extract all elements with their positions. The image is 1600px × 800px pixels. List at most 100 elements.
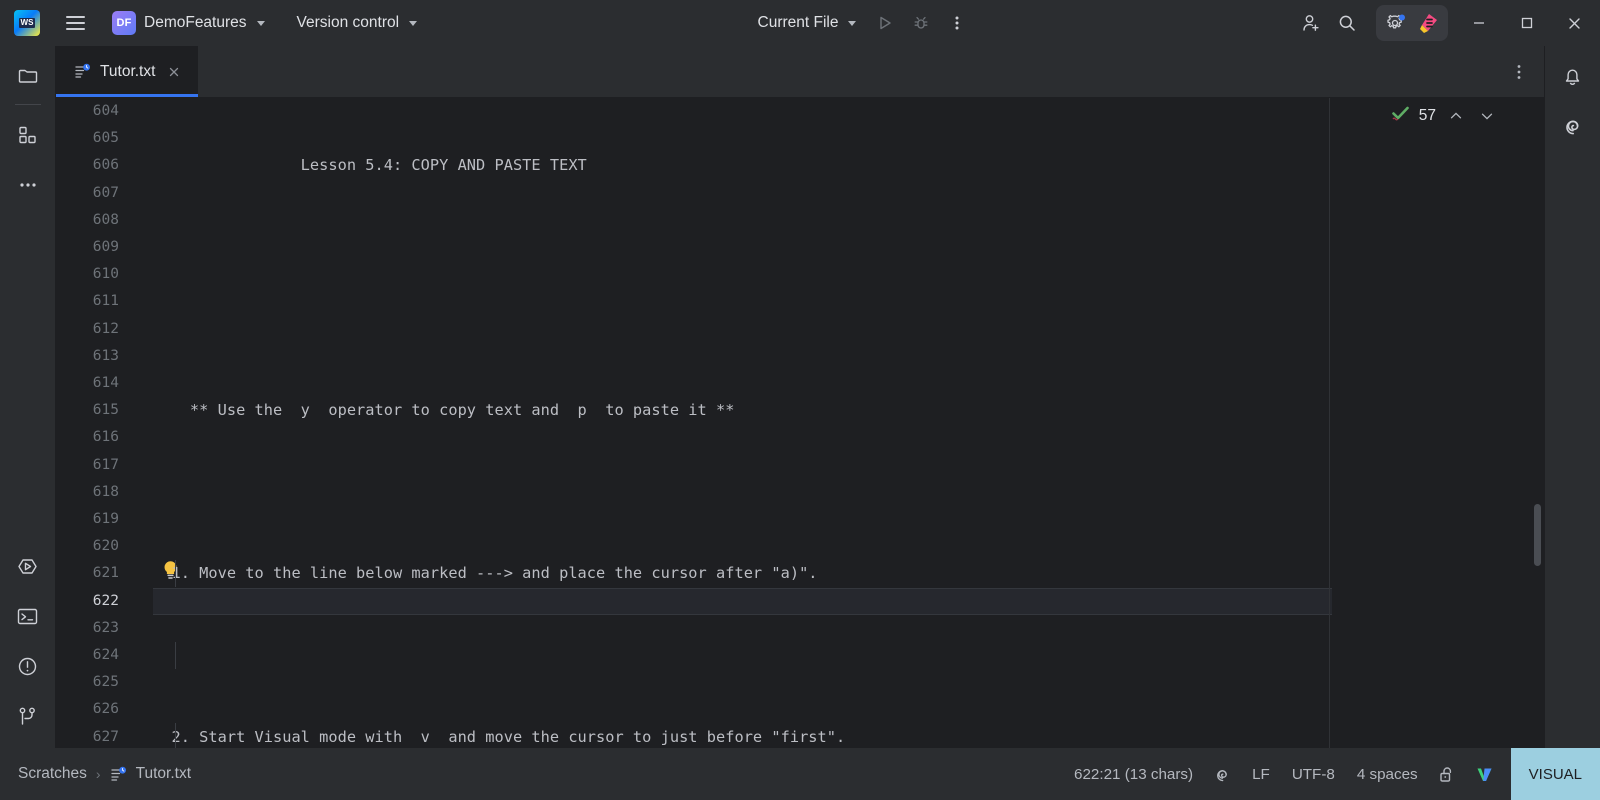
debug-button[interactable] xyxy=(904,6,938,40)
line-number: 610 xyxy=(92,266,119,283)
version-control-widget[interactable]: Version control xyxy=(287,9,428,37)
code-line: Lesson 5.4: COPY AND PASTE TEXT xyxy=(153,156,587,175)
line-number: 617 xyxy=(92,456,119,473)
file-encoding[interactable]: UTF-8 xyxy=(1281,761,1346,788)
close-icon[interactable] xyxy=(164,62,184,82)
line-number: 625 xyxy=(92,674,119,691)
line-number: 614 xyxy=(92,375,119,391)
editor-text[interactable]: Lesson 5.4: COPY AND PASTE TEXT ** Use t… xyxy=(153,98,864,748)
titlebar-right xyxy=(1294,0,1600,46)
tab-tutor-txt[interactable]: Tutor.txt xyxy=(56,46,199,97)
rail-divider xyxy=(14,104,41,105)
sidebar-item-more[interactable] xyxy=(8,165,48,205)
webstorm-logo: WS xyxy=(14,10,40,36)
unlocked-icon[interactable] xyxy=(1429,760,1466,789)
minimize-button[interactable] xyxy=(1456,0,1502,46)
line-number: 604 xyxy=(92,103,119,119)
project-name: DemoFeatures xyxy=(144,14,247,31)
line-number: 627 xyxy=(92,728,119,745)
project-badge: DF xyxy=(112,11,136,35)
tab-options-button[interactable] xyxy=(1502,55,1536,89)
editor-gutter[interactable]: 604 605 606 607 608 609 610 611 612 613 … xyxy=(56,98,177,748)
run-configuration-selector[interactable]: Current File xyxy=(748,9,866,37)
indent-guide xyxy=(175,723,176,748)
editor-vertical-scrollbar[interactable] xyxy=(1534,504,1541,566)
right-tool-rail xyxy=(1544,46,1600,748)
run-button[interactable] xyxy=(868,6,902,40)
sidebar-item-run[interactable] xyxy=(8,546,48,586)
tab-label: Tutor.txt xyxy=(100,62,156,80)
title-bar: WS DF DemoFeatures Version control Curre… xyxy=(0,0,1600,46)
version-control-label: Version control xyxy=(296,14,400,31)
add-account-button[interactable] xyxy=(1294,6,1328,40)
vim-mode-badge[interactable]: VISUAL xyxy=(1510,748,1600,800)
indent-setting[interactable]: 4 spaces xyxy=(1346,761,1429,788)
sidebar-item-structure[interactable] xyxy=(8,115,48,155)
line-number: 621 xyxy=(92,565,119,582)
ai-assistant-button[interactable] xyxy=(1413,8,1443,38)
sidebar-item-project[interactable] xyxy=(8,56,48,96)
line-number: 619 xyxy=(92,511,119,527)
inspection-count: 57 xyxy=(1418,107,1436,124)
text-file-icon xyxy=(110,766,127,783)
line-number: 605 xyxy=(92,130,119,147)
text-file-icon xyxy=(74,63,91,80)
maximize-button[interactable] xyxy=(1504,0,1550,46)
indent-guide xyxy=(175,560,176,587)
line-number: 611 xyxy=(92,293,119,310)
sidebar-item-notifications[interactable] xyxy=(1553,56,1593,96)
project-selector[interactable]: DF DemoFeatures xyxy=(106,6,273,40)
search-everywhere-button[interactable] xyxy=(1330,6,1364,40)
code-line: 1. Move to the line below marked ---> an… xyxy=(153,564,818,583)
caret-position[interactable]: 622:21 (13 chars) xyxy=(1063,761,1204,788)
chevron-up-icon[interactable] xyxy=(1445,105,1467,127)
settings-ai-group xyxy=(1375,5,1448,41)
inspections-widget: 57 xyxy=(1391,104,1498,128)
breadcrumb-scratches[interactable]: Scratches xyxy=(18,765,87,783)
line-number: 616 xyxy=(92,429,119,446)
breadcrumb-separator: › xyxy=(95,766,101,782)
line-number: 615 xyxy=(92,402,119,419)
code-line: 2. Start Visual mode with v and move the… xyxy=(153,727,846,746)
line-number: 606 xyxy=(92,157,119,174)
sidebar-item-version-control[interactable] xyxy=(8,696,48,736)
status-breadcrumb: Scratches › Tutor.txt xyxy=(0,765,191,783)
line-separator[interactable]: LF xyxy=(1241,761,1281,788)
chevron-down-icon xyxy=(409,20,418,26)
breadcrumb-file[interactable]: Tutor.txt xyxy=(136,765,191,783)
run-widget-group: Current File xyxy=(748,6,974,40)
tab-bar-actions xyxy=(1502,46,1544,97)
more-actions-button[interactable] xyxy=(940,6,974,40)
sidebar-item-ai-assistant[interactable] xyxy=(1553,106,1593,146)
line-number: 626 xyxy=(92,701,119,718)
code-editor[interactable]: 604 605 606 607 608 609 610 611 612 613 … xyxy=(56,98,1544,748)
inspection-ok-icon[interactable] xyxy=(1391,104,1410,128)
sidebar-item-terminal[interactable] xyxy=(8,596,48,636)
sidebar-item-problems[interactable] xyxy=(8,646,48,686)
line-number: 612 xyxy=(92,320,119,337)
vim-icon[interactable] xyxy=(1466,760,1503,789)
main-menu-button[interactable] xyxy=(58,6,92,40)
status-bar-right: 622:21 (13 chars) LF UTF-8 4 spaces xyxy=(1063,760,1503,789)
indent-guide xyxy=(175,642,176,669)
chevron-down-icon[interactable] xyxy=(1476,105,1498,127)
line-number: 620 xyxy=(92,538,119,555)
line-number: 623 xyxy=(92,619,119,636)
ai-assistant-status-icon[interactable] xyxy=(1204,760,1241,789)
chevron-down-icon xyxy=(847,20,856,26)
line-number: 607 xyxy=(92,184,119,201)
right-margin-line xyxy=(1329,98,1330,748)
line-number: 618 xyxy=(92,483,119,500)
line-number: 613 xyxy=(92,347,119,364)
active-tab-indicator xyxy=(56,94,199,97)
chevron-down-icon xyxy=(256,20,265,26)
editor-tab-bar: Tutor.txt xyxy=(56,46,1544,98)
run-configuration-label: Current File xyxy=(757,14,839,31)
editor-area: Tutor.txt 604 605 606 607 608 609 610 61… xyxy=(56,46,1544,748)
close-button[interactable] xyxy=(1552,0,1598,46)
settings-button[interactable] xyxy=(1381,8,1411,38)
line-number: 624 xyxy=(92,647,119,663)
